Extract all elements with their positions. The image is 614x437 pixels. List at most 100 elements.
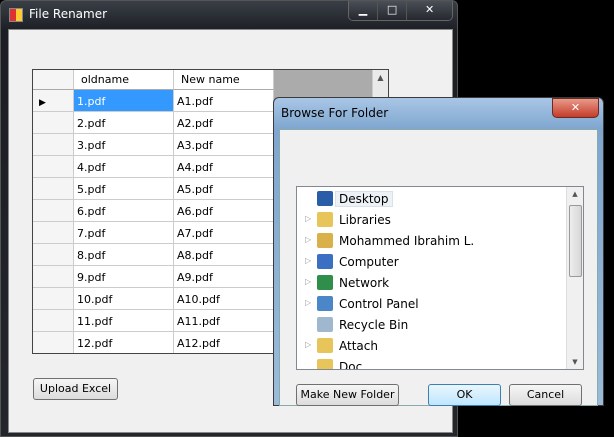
scroll-up-icon[interactable]: ▲: [373, 73, 388, 82]
cell-oldname[interactable]: 1.pdf: [74, 90, 174, 112]
cell-oldname[interactable]: 7.pdf: [74, 222, 174, 244]
dialog-title: Browse For Folder: [281, 106, 389, 120]
tree-item-label: Doc: [339, 360, 363, 370]
folder-icon: [317, 359, 333, 369]
expand-icon[interactable]: ▷: [305, 214, 311, 223]
tree-item[interactable]: ▷ Mohammed Ibrahim L.: [297, 231, 567, 252]
tree-item-label: Control Panel: [339, 297, 419, 311]
cell-oldname[interactable]: 2.pdf: [74, 112, 174, 134]
tree-item-label: Libraries: [339, 213, 391, 227]
row-header[interactable]: [33, 310, 74, 332]
tree-item-label: Computer: [339, 255, 399, 269]
row-header[interactable]: [33, 266, 74, 288]
tree-item[interactable]: ▷ Computer: [297, 252, 567, 273]
upload-excel-button[interactable]: Upload Excel: [33, 378, 118, 400]
user-folder-icon: [317, 233, 333, 248]
row-header[interactable]: [33, 244, 74, 266]
cell-oldname[interactable]: 5.pdf: [74, 178, 174, 200]
table-row[interactable]: 4.pdf A4.pdf: [33, 156, 274, 178]
table-row[interactable]: 11.pdf A11.pdf: [33, 310, 274, 332]
tree-item[interactable]: ▷ Network: [297, 273, 567, 294]
ok-button[interactable]: OK: [428, 384, 501, 406]
minimize-button[interactable]: ▁: [349, 1, 379, 20]
column-header-oldname[interactable]: oldname: [74, 70, 174, 90]
scroll-up-icon[interactable]: ▲: [567, 190, 583, 198]
current-row-icon: ▶: [39, 98, 46, 108]
expand-icon[interactable]: ▷: [305, 256, 311, 265]
row-header[interactable]: [33, 112, 74, 134]
tree-item[interactable]: ▷ Control Panel: [297, 294, 567, 315]
expand-icon[interactable]: ▷: [305, 340, 311, 349]
cell-oldname[interactable]: 9.pdf: [74, 266, 174, 288]
cancel-button[interactable]: Cancel: [509, 384, 582, 406]
tree-item-label: Desktop: [335, 191, 393, 207]
column-header-new-name[interactable]: New name: [174, 70, 274, 90]
cell-new-name[interactable]: A5.pdf: [174, 178, 274, 200]
make-new-folder-button[interactable]: Make New Folder: [296, 384, 399, 406]
close-button[interactable]: ✕: [407, 1, 452, 20]
cell-new-name[interactable]: A6.pdf: [174, 200, 274, 222]
cell-oldname[interactable]: 3.pdf: [74, 134, 174, 156]
folder-icon: [317, 338, 333, 353]
maximize-button[interactable]: □: [378, 1, 408, 20]
expand-icon[interactable]: ▷: [305, 277, 311, 286]
tree-item-label: Attach: [339, 339, 378, 353]
row-header[interactable]: ▶: [33, 90, 74, 112]
cell-new-name[interactable]: A1.pdf: [174, 90, 274, 112]
row-header[interactable]: [33, 332, 74, 353]
row-header[interactable]: [33, 178, 74, 200]
window-title: File Renamer: [29, 7, 108, 21]
table-row[interactable]: 7.pdf A7.pdf: [33, 222, 274, 244]
scrollbar-thumb[interactable]: [569, 205, 582, 277]
computer-icon: [317, 254, 333, 269]
table-row[interactable]: 9.pdf A9.pdf: [33, 266, 274, 288]
folder-tree[interactable]: Doc ▷ Attach Recycle Bin ▷ Control Panel ▷ Netw…: [296, 186, 584, 370]
table-row[interactable]: 3.pdf A3.pdf: [33, 134, 274, 156]
cell-oldname[interactable]: 12.pdf: [74, 332, 174, 353]
cell-oldname[interactable]: 4.pdf: [74, 156, 174, 178]
recycle-bin-icon: [317, 317, 333, 332]
expand-icon[interactable]: ▷: [305, 235, 311, 244]
browse-for-folder-dialog: Browse For Folder ✕ Doc ▷ Attach Recycle Bi…: [273, 97, 604, 406]
cell-new-name[interactable]: A7.pdf: [174, 222, 274, 244]
cell-new-name[interactable]: A9.pdf: [174, 266, 274, 288]
table-row[interactable]: 6.pdf A6.pdf: [33, 200, 274, 222]
cell-new-name[interactable]: A11.pdf: [174, 310, 274, 332]
cell-oldname[interactable]: 11.pdf: [74, 310, 174, 332]
row-header[interactable]: [33, 134, 74, 156]
table-row[interactable]: ▶ 1.pdf A1.pdf: [33, 90, 274, 112]
network-icon: [317, 275, 333, 290]
cell-new-name[interactable]: A12.pdf: [174, 332, 274, 353]
tree-item[interactable]: Desktop: [297, 189, 567, 210]
tree-item[interactable]: Doc: [297, 357, 567, 370]
tree-item[interactable]: Recycle Bin: [297, 315, 567, 336]
cell-new-name[interactable]: A4.pdf: [174, 156, 274, 178]
dialog-close-button[interactable]: ✕: [552, 98, 599, 118]
control-panel-icon: [317, 296, 333, 311]
cell-new-name[interactable]: A10.pdf: [174, 288, 274, 310]
cell-oldname[interactable]: 6.pdf: [74, 200, 174, 222]
table-row[interactable]: 12.pdf A12.pdf: [33, 332, 274, 353]
cell-oldname[interactable]: 8.pdf: [74, 244, 174, 266]
tree-item-label: Recycle Bin: [339, 318, 409, 332]
libraries-icon: [317, 212, 333, 227]
table-row[interactable]: 8.pdf A8.pdf: [33, 244, 274, 266]
cell-new-name[interactable]: A8.pdf: [174, 244, 274, 266]
expand-icon[interactable]: ▷: [305, 298, 311, 307]
cell-oldname[interactable]: 10.pdf: [74, 288, 174, 310]
cell-new-name[interactable]: A2.pdf: [174, 112, 274, 134]
table-row[interactable]: 5.pdf A5.pdf: [33, 178, 274, 200]
row-header[interactable]: [33, 222, 74, 244]
tree-item[interactable]: ▷ Attach: [297, 336, 567, 357]
tree-item[interactable]: ▷ Libraries: [297, 210, 567, 231]
table-row[interactable]: 10.pdf A10.pdf: [33, 288, 274, 310]
tree-item-label: Network: [339, 276, 390, 290]
row-header[interactable]: [33, 200, 74, 222]
scroll-down-icon[interactable]: ▼: [567, 358, 583, 366]
cell-new-name[interactable]: A3.pdf: [174, 134, 274, 156]
app-icon: [9, 8, 23, 22]
row-header[interactable]: [33, 156, 74, 178]
row-header[interactable]: [33, 288, 74, 310]
table-row[interactable]: 2.pdf A2.pdf: [33, 112, 274, 134]
tree-vertical-scrollbar[interactable]: ▲ ▼: [566, 187, 583, 369]
